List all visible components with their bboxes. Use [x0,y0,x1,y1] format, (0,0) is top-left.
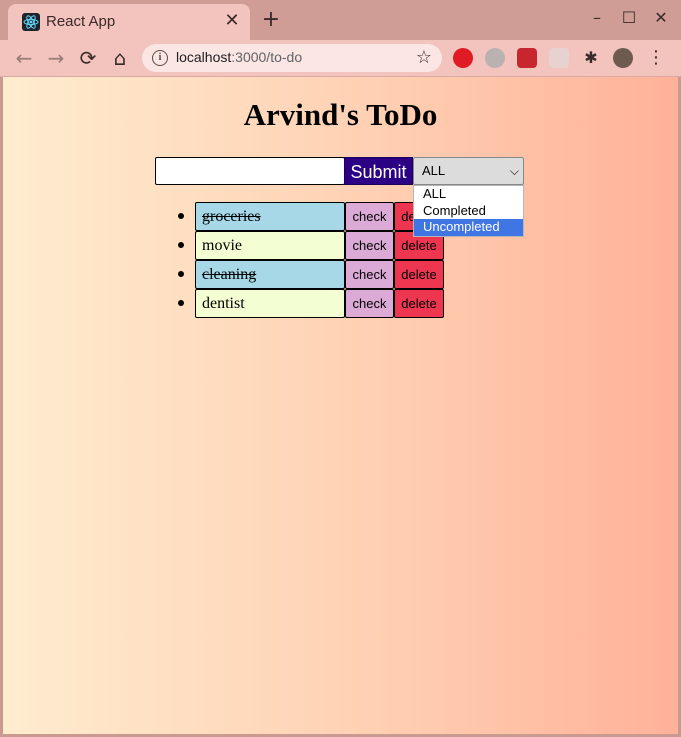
browser-window: React App ✕ + – ☐ ✕ ← → ⟳ ⌂ i localhost:… [0,0,681,737]
star-icon[interactable]: ☆ [416,47,432,68]
todo-text: cleaning [195,260,345,289]
chevron-down-icon: ⌵ [509,164,519,178]
home-icon[interactable]: ⌂ [108,46,132,70]
reload-icon[interactable]: ⟳ [76,46,100,70]
todo-input[interactable] [155,157,345,185]
todo-text: dentist [195,289,345,318]
menu-dots-icon[interactable]: ⋮ [646,48,666,68]
bullet-icon [178,242,184,248]
info-icon[interactable]: i [152,50,168,66]
bullet-icon [178,300,184,306]
filter-select[interactable]: ALL ⌵ [413,157,524,185]
bullet-icon [178,213,184,219]
filter-option-completed[interactable]: Completed [414,203,523,220]
tab-title: React App [46,13,116,30]
tomato-extension-icon[interactable] [485,48,505,68]
extensions-icon[interactable]: ✱ [581,48,601,68]
bullet-icon [178,271,184,277]
check-button[interactable]: check [345,202,394,231]
extension-icon[interactable] [517,48,537,68]
todo-text: groceries [195,202,345,231]
filter-option-uncompleted[interactable]: Uncompleted [414,219,523,236]
delete-button[interactable]: delete [394,260,444,289]
profile-avatar[interactable] [613,48,633,68]
filter-option-all[interactable]: ALL [414,186,523,203]
address-bar[interactable]: i localhost:3000/to-do ☆ [142,44,442,72]
check-button[interactable]: check [345,260,394,289]
browser-toolbar: ← → ⟳ ⌂ i localhost:3000/to-do ☆ ✱ ⋮ [0,40,681,77]
delete-button[interactable]: delete [394,289,444,318]
close-window-button[interactable]: ✕ [649,8,673,28]
browser-tab[interactable]: React App ✕ [8,4,250,40]
url-text[interactable]: localhost:3000/to-do [176,49,302,65]
url-path: :3000/to-do [231,49,303,65]
todo-text: movie [195,231,345,260]
submit-button[interactable]: Submit [344,157,413,185]
tab-close-icon[interactable]: ✕ [222,11,242,31]
url-host: localhost [176,49,232,65]
filter-selected-value: ALL [422,163,446,178]
check-button[interactable]: check [345,289,394,318]
page-title: Arvind's ToDo [243,97,438,132]
check-button[interactable]: check [345,231,394,260]
new-tab-button[interactable]: + [260,9,282,31]
minimize-button[interactable]: – [585,8,609,28]
maximize-button[interactable]: ☐ [617,8,641,28]
forward-arrow-icon[interactable]: → [44,46,68,70]
back-arrow-icon[interactable]: ← [12,46,36,70]
filter-dropdown: ALL Completed Uncompleted [413,185,524,237]
react-favicon [22,13,40,31]
extension-icon-2[interactable] [549,48,569,68]
tab-strip: React App ✕ + – ☐ ✕ [0,0,681,40]
adblock-extension-icon[interactable] [453,48,473,68]
page-content: Arvind's ToDo Submit ALL ⌵ ALL Completed… [3,77,678,734]
